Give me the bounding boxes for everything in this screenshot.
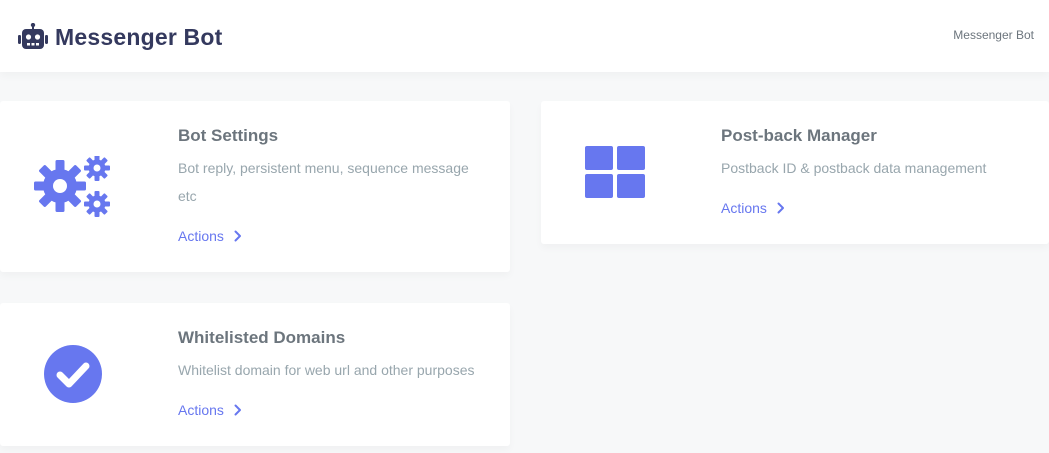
robot-icon — [18, 23, 48, 49]
card-postback-manager: Post-back Manager Postback ID & postback… — [541, 101, 1049, 244]
top-header: Messenger Bot Messenger Bot — [0, 0, 1049, 72]
actions-label: Actions — [721, 200, 767, 216]
chevron-right-icon — [234, 230, 241, 242]
card-title: Whitelisted Domains — [178, 328, 346, 347]
card-title: Bot Settings — [178, 126, 279, 145]
actions-link[interactable]: Actions — [178, 402, 242, 418]
chevron-right-icon — [777, 202, 784, 214]
card-bot-settings: Bot Settings Bot reply, persistent menu,… — [0, 101, 510, 272]
breadcrumb[interactable]: Messenger Bot — [953, 28, 1034, 42]
card-description: Postback ID & postback data management — [721, 160, 987, 176]
check-circle-icon — [44, 345, 102, 403]
actions-link[interactable]: Actions — [721, 200, 785, 216]
actions-label: Actions — [178, 402, 224, 418]
page-title: Messenger Bot — [55, 23, 223, 50]
card-description: Bot reply, persistent menu, sequence mes… — [178, 160, 469, 204]
actions-link[interactable]: Actions — [178, 228, 242, 244]
chevron-right-icon — [234, 404, 241, 416]
actions-label: Actions — [178, 228, 224, 244]
brand: Messenger Bot — [18, 22, 222, 52]
card-title: Post-back Manager — [721, 126, 877, 145]
grid-icon — [585, 146, 645, 198]
gears-icon — [34, 156, 110, 217]
card-description: Whitelist domain for web url and other p… — [178, 362, 475, 378]
card-whitelisted-domains: Whitelisted Domains Whitelist domain for… — [0, 303, 510, 446]
